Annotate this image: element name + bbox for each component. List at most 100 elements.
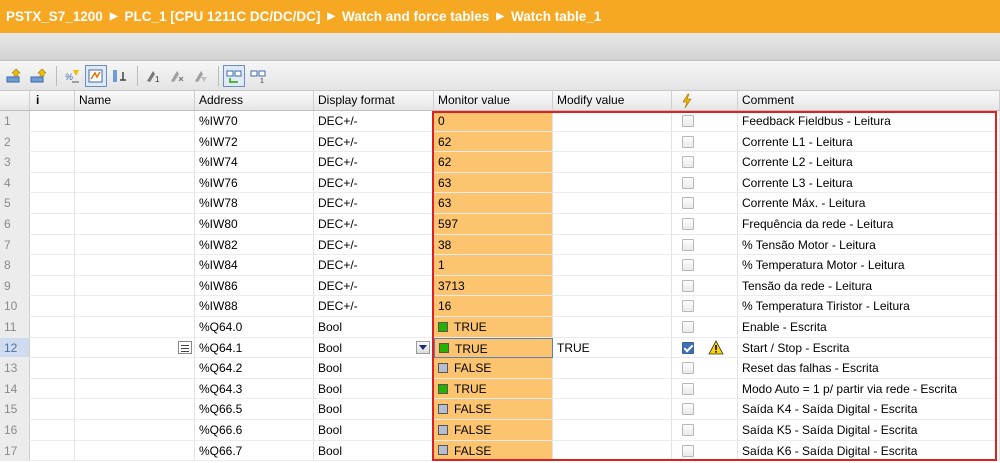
address-cell[interactable]: %IW80 [195, 213, 314, 235]
modify-checkbox[interactable] [682, 362, 694, 375]
name-cell[interactable] [75, 419, 195, 441]
modify-value-cell[interactable] [553, 440, 672, 462]
address-cell[interactable]: %Q66.7 [195, 440, 314, 462]
name-cell[interactable] [75, 131, 195, 153]
row-number[interactable]: 11 [0, 316, 30, 338]
modify-checkbox[interactable] [682, 238, 694, 251]
modify-value-cell[interactable] [553, 358, 672, 379]
comment-cell[interactable]: Saída K5 - Saída Digital - Escrita [738, 419, 1000, 441]
name-cell[interactable] [75, 440, 195, 462]
modify-value-cell[interactable] [553, 399, 672, 420]
name-cell[interactable] [75, 152, 195, 173]
breadcrumb-plc[interactable]: PLC_1 [CPU 1211C DC/DC/DC] [125, 9, 321, 24]
comment-cell[interactable]: Saída K4 - Saída Digital - Escrita [738, 399, 1000, 420]
address-cell[interactable]: %IW78 [195, 193, 314, 214]
header-monitor-value[interactable]: Monitor value [434, 91, 553, 110]
modify-checkbox[interactable] [682, 403, 694, 416]
display-format-cell[interactable]: DEC+/- [314, 275, 434, 297]
modify-icon[interactable] [85, 64, 107, 87]
comment-cell[interactable]: Frequência da rede - Leitura [738, 213, 1000, 235]
display-format-cell[interactable]: DEC+/- [314, 131, 434, 153]
table-row[interactable]: 1 %IW70 DEC+/- 0 Feedback Fieldbus - Lei… [0, 111, 1000, 132]
display-format-cell[interactable]: Bool [314, 316, 434, 338]
monitor-all-icon[interactable] [223, 64, 245, 87]
modify-checkbox[interactable] [682, 176, 694, 189]
comment-cell[interactable]: Reset das falhas - Escrita [738, 358, 1000, 379]
address-cell[interactable]: %Q64.1 [195, 337, 314, 359]
modify-value-cell[interactable] [553, 255, 672, 276]
row-number[interactable]: 15 [0, 399, 30, 420]
table-row[interactable]: 17 %Q66.7 Bool FALSE Saída K6 - Saída Di… [0, 440, 1000, 462]
add-row-icon[interactable] [28, 65, 50, 87]
display-format-cell[interactable]: DEC+/- [314, 255, 434, 276]
name-cell[interactable] [75, 316, 195, 338]
name-cell[interactable] [75, 358, 195, 379]
address-cell[interactable]: %IW70 [195, 111, 314, 132]
row-number[interactable]: 8 [0, 255, 30, 276]
address-cell[interactable]: %Q66.6 [195, 419, 314, 441]
modify-checkbox[interactable] [682, 156, 694, 169]
modify-value-cell[interactable] [553, 316, 672, 338]
table-row[interactable]: 7 %IW82 DEC+/- 38 % Tensão Motor - Leitu… [0, 234, 1000, 256]
row-number[interactable]: 12 [0, 337, 30, 359]
address-cell[interactable]: %Q64.3 [195, 378, 314, 400]
table-row[interactable]: 9 %IW86 DEC+/- 3713 Tensão da rede - Lei… [0, 275, 1000, 297]
display-format-cell[interactable]: Bool [314, 399, 434, 420]
table-row[interactable]: 11 %Q64.0 Bool TRUE Enable - Escrita [0, 316, 1000, 338]
display-format-cell[interactable]: Bool [314, 337, 434, 359]
display-format-cell[interactable]: DEC+/- [314, 172, 434, 194]
name-cell[interactable] [75, 193, 195, 214]
name-cell[interactable] [75, 111, 195, 132]
modify-checkbox[interactable] [682, 217, 694, 230]
modify-value-cell[interactable] [553, 131, 672, 153]
display-format-cell[interactable]: DEC+/- [314, 296, 434, 317]
address-cell[interactable]: %IW74 [195, 152, 314, 173]
table-row[interactable]: 3 %IW74 DEC+/- 62 Corrente L2 - Leitura [0, 152, 1000, 173]
name-cell[interactable] [75, 234, 195, 256]
name-cell[interactable] [75, 213, 195, 235]
table-row[interactable]: 15 %Q66.5 Bool FALSE Saída K4 - Saída Di… [0, 399, 1000, 420]
force-all-icon[interactable] [190, 65, 212, 87]
modify-checkbox[interactable] [682, 423, 694, 436]
comment-cell[interactable]: % Tensão Motor - Leitura [738, 234, 1000, 256]
table-row[interactable]: 2 %IW72 DEC+/- 62 Corrente L1 - Leitura [0, 131, 1000, 153]
row-number[interactable]: 17 [0, 440, 30, 462]
address-cell[interactable]: %IW82 [195, 234, 314, 256]
row-number[interactable]: 9 [0, 275, 30, 297]
row-number[interactable]: 14 [0, 378, 30, 400]
modify-value-cell[interactable] [553, 419, 672, 441]
modify-value-cell[interactable] [553, 296, 672, 317]
modify-checkbox[interactable] [682, 382, 694, 395]
address-cell[interactable]: %IW86 [195, 275, 314, 297]
name-cell[interactable] [75, 337, 195, 359]
address-cell[interactable]: %IW88 [195, 296, 314, 317]
force-clear-icon[interactable] [166, 65, 188, 87]
breadcrumb-folder[interactable]: Watch and force tables [342, 9, 489, 24]
comment-cell[interactable]: Start / Stop - Escrita [738, 337, 1000, 359]
comment-cell[interactable]: Corrente L3 - Leitura [738, 172, 1000, 194]
table-row[interactable]: 14 %Q64.3 Bool TRUE Modo Auto = 1 p/ par… [0, 378, 1000, 400]
modify-value-cell[interactable] [553, 193, 672, 214]
modify-checkbox[interactable] [682, 115, 694, 127]
modify-checkbox[interactable] [682, 259, 694, 272]
address-cell[interactable]: %Q66.5 [195, 399, 314, 420]
row-number[interactable]: 10 [0, 296, 30, 317]
modify-value-cell[interactable]: TRUE [553, 337, 672, 359]
modify-checkbox[interactable] [682, 341, 694, 354]
comment-cell[interactable]: Corrente L1 - Leitura [738, 131, 1000, 153]
name-cell[interactable] [75, 172, 195, 194]
name-cell[interactable] [75, 378, 195, 400]
address-cell[interactable]: %Q64.2 [195, 358, 314, 379]
modify-value-cell[interactable] [553, 152, 672, 173]
row-number[interactable]: 1 [0, 111, 30, 132]
display-format-cell[interactable]: DEC+/- [314, 111, 434, 132]
comment-cell[interactable]: Corrente L2 - Leitura [738, 152, 1000, 173]
header-modify-flag[interactable] [672, 91, 738, 110]
monitor-now-icon[interactable]: 1 [247, 65, 269, 87]
monitor-once-icon[interactable] [109, 65, 131, 87]
address-cell[interactable]: %Q64.0 [195, 316, 314, 338]
comment-cell[interactable]: Enable - Escrita [738, 316, 1000, 338]
header-display-format[interactable]: Display format [314, 91, 434, 110]
row-number[interactable]: 2 [0, 131, 30, 153]
table-row[interactable]: 13 %Q64.2 Bool FALSE Reset das falhas - … [0, 358, 1000, 379]
